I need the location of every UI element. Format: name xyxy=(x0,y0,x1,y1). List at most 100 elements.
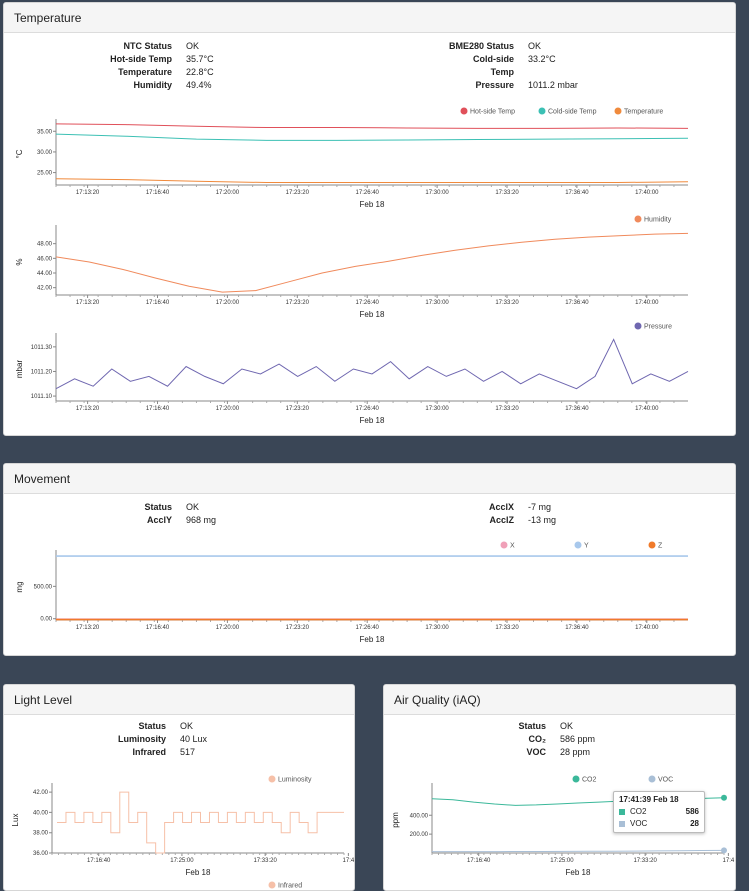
x-tick-label: 17:20:00 xyxy=(216,300,240,306)
x-tick-label: 17:16:40 xyxy=(146,406,170,412)
x-tick-label: 17:33:20 xyxy=(495,190,519,196)
x-tick-label: 17:40:00 xyxy=(635,625,659,631)
temperature-status-row: Humidity 49.4% xyxy=(106,79,214,92)
legend-swatch xyxy=(634,322,642,330)
y-tick-label: 1011.20 xyxy=(31,369,53,375)
air-status-value: 586 ppm xyxy=(560,734,596,744)
tooltip-row: CO2 586 xyxy=(619,806,699,818)
temperature-status-row: Cold-side Temp 33.2°C xyxy=(448,53,578,79)
x-tick-label: 17:36:40 xyxy=(565,300,589,306)
movement-status-value: -13 mg xyxy=(528,515,557,525)
light-status-value: OK xyxy=(180,721,194,731)
x-tick-label: 17:13:20 xyxy=(76,625,100,631)
temperature-panel-title: Temperature xyxy=(4,3,735,33)
legend-label: Y xyxy=(584,543,589,550)
x-tick-label: 17:30:00 xyxy=(425,406,449,412)
x-axis-label: Feb 18 xyxy=(360,310,385,319)
y-tick-label: 42.00 xyxy=(33,790,49,796)
x-tick-label: 17:30:00 xyxy=(425,300,449,306)
y-tick-label: 200.00 xyxy=(410,832,429,838)
temperature-status-key: Hot-side Temp xyxy=(110,54,172,64)
air-quality-panel-title: Air Quality (iAQ) xyxy=(384,685,735,715)
series-line-hot-side-temp xyxy=(55,123,689,129)
legend-label: Z xyxy=(658,543,663,550)
y-tick-label: 42.00 xyxy=(37,286,53,292)
temperature-status-row: Pressure 1011.2 mbar xyxy=(448,79,578,92)
y-axis-label: °C xyxy=(15,149,24,158)
temperature-chart: 35.00 30.00 25.00 17:13:20 17:16:40 17:20:00 1… xyxy=(15,107,689,209)
legend-swatch xyxy=(460,107,468,115)
legend-swatch xyxy=(500,541,508,549)
y-axis-label: mg xyxy=(15,581,24,592)
temperature-status-row: Temperature 22.8°C xyxy=(106,66,214,79)
temperature-panel: Temperature NTC Status OK Hot-side Temp 35.… xyxy=(3,2,736,436)
y-axis-label: % xyxy=(15,258,24,265)
legend-swatch xyxy=(648,775,656,783)
air-status-row: CO₂ 586 ppm xyxy=(480,733,596,746)
x-axis-label: Feb 18 xyxy=(186,868,211,877)
movement-status-row: AcclZ -13 mg xyxy=(448,514,556,527)
tooltip-row: VOC 28 xyxy=(619,818,699,830)
temperature-status-right: BME280 Status OK Cold-side Temp 33.2°C Press… xyxy=(448,40,578,92)
movement-panel: Movement Status OK AcclY 968 mg AcclX -7 mg A… xyxy=(3,463,736,656)
legend-label: Infrared xyxy=(278,883,302,890)
movement-panel-title: Movement xyxy=(4,464,735,494)
temperature-status-key: NTC Status xyxy=(123,41,172,51)
x-tick-label: 17:33:20 xyxy=(253,858,277,864)
light-status-row: Infrared 517 xyxy=(100,746,207,759)
y-tick-label: 35.00 xyxy=(37,129,53,135)
light-status-value: 517 xyxy=(180,747,196,757)
air-status-row: Status OK xyxy=(480,720,595,733)
legend-label: Humidity xyxy=(644,217,672,224)
legend-swatch xyxy=(572,775,580,783)
temperature-status-value: 35.7°C xyxy=(186,54,214,64)
x-tick-label: 17:23:20 xyxy=(286,406,310,412)
x-axis-label: Feb 18 xyxy=(566,868,591,877)
light-level-panel: Light Level Status OK Luminosity 40 Lux Infr… xyxy=(3,684,355,891)
light-level-panel-title: Light Level xyxy=(4,685,354,715)
x-tick-label: 17:40:00 xyxy=(635,406,659,412)
temperature-status-value: 1011.2 mbar xyxy=(528,80,578,90)
tooltip-swatch xyxy=(619,821,625,827)
legend-label: Luminosity xyxy=(278,777,312,784)
y-axis-label: mbar xyxy=(15,360,24,379)
legend-swatch xyxy=(538,107,546,115)
tooltip-series-name: CO2 xyxy=(630,807,647,816)
x-tick-label: 17:26:40 xyxy=(356,625,380,631)
y-tick-label: 40.00 xyxy=(33,810,49,816)
humidity-chart: 48.00 46.00 44.00 42.00 17:13:20 17:16:40 17:2… xyxy=(15,215,689,319)
movement-status-key: AcclY xyxy=(146,515,172,525)
movement-status-row: AcclY 968 mg xyxy=(106,514,216,527)
light-status-key: Status xyxy=(138,721,166,731)
legend-label: CO2 xyxy=(582,777,597,784)
light-status-key: Luminosity xyxy=(117,734,166,744)
x-axis-label: Feb 18 xyxy=(360,200,385,209)
temperature-status-value: OK xyxy=(186,41,200,51)
legend-swatch xyxy=(268,881,276,889)
movement-chart: 500.00 0.00 17:13:20 17:16:40 17:20:00 17:23:… xyxy=(15,541,688,644)
series-line-luminosity xyxy=(57,791,344,854)
x-tick-label: 17:13:20 xyxy=(76,300,100,306)
air-status-row: VOC 28 ppm xyxy=(480,746,595,759)
x-tick-label: 17:4 xyxy=(343,858,355,864)
temperature-status-value: OK xyxy=(528,41,542,51)
x-tick-label: 17:16:40 xyxy=(87,858,111,864)
x-tick-label: 17:36:40 xyxy=(565,625,589,631)
x-tick-label: 17:25:00 xyxy=(550,858,574,864)
x-tick-label: 17:16:40 xyxy=(467,858,491,864)
chart-tooltip: 17:41:39 Feb 18 CO2 586 VOC 28 xyxy=(613,791,705,833)
series-line-cold-side-temp xyxy=(55,133,689,141)
x-tick-label: 17:40:00 xyxy=(635,300,659,306)
movement-status-value: 968 mg xyxy=(186,515,217,525)
series-line-pressure xyxy=(55,338,689,390)
y-axis-label: Lux xyxy=(11,814,20,827)
series-marker xyxy=(721,794,727,801)
x-tick-label: 17:30:00 xyxy=(425,625,449,631)
x-axis-label: Feb 18 xyxy=(360,416,385,425)
air-status: Status OK CO₂ 586 ppm VOC 28 ppm xyxy=(480,720,595,759)
series-line-voc xyxy=(432,849,725,853)
light-chart: 42.00 40.00 38.00 36.00 17:16:40 17:25:00 17:3… xyxy=(11,775,355,890)
y-tick-label: 44.00 xyxy=(37,271,53,277)
temperature-status-value: 22.8°C xyxy=(186,67,214,77)
x-tick-label: 17:33:20 xyxy=(633,858,657,864)
